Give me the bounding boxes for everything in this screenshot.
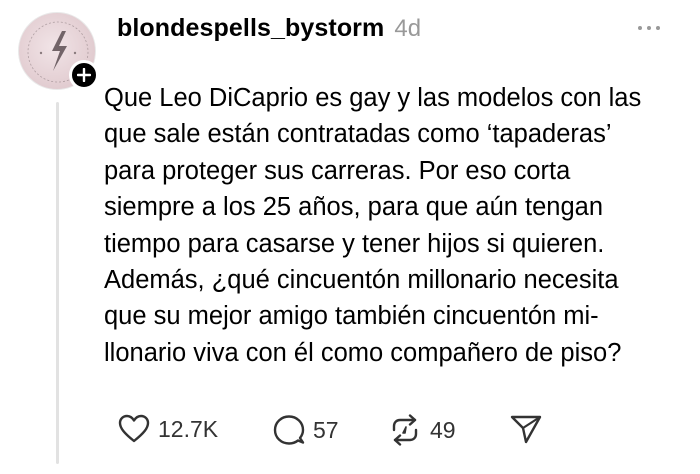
reply-count: 57 xyxy=(313,416,339,443)
heart-icon xyxy=(118,414,150,443)
timestamp: 4d xyxy=(394,15,422,42)
post-line: que su mejor amigo también cincuentón mi… xyxy=(104,302,599,331)
send-icon xyxy=(510,415,542,444)
follow-button[interactable] xyxy=(69,60,99,90)
post-line: Además, ¿qué cincuentón millonario neces… xyxy=(104,266,619,295)
post-line: tiempo para casarse y tener hijos si qui… xyxy=(104,229,605,258)
more-horizontal-icon xyxy=(638,26,642,30)
more-options-button[interactable] xyxy=(638,26,660,30)
more-horizontal-icon xyxy=(656,26,660,30)
post-line: llonario viva con él como compañero de p… xyxy=(104,338,622,367)
repost-button[interactable]: 49 xyxy=(388,414,456,446)
thread-line xyxy=(56,102,59,464)
more-horizontal-icon xyxy=(647,26,651,30)
reply-button[interactable]: 57 xyxy=(273,414,339,446)
post-body: Que Leo DiCaprio es gay y las modelos co… xyxy=(104,80,694,371)
repost-icon xyxy=(392,414,418,446)
like-count: 12.7K xyxy=(158,415,219,442)
username[interactable]: blondespells_bystorm xyxy=(117,14,384,43)
share-button[interactable] xyxy=(510,414,542,444)
post-line: siempre a los 25 años, para que aún teng… xyxy=(104,193,604,222)
repost-count: 49 xyxy=(430,416,456,443)
post-line: que sale están contratadas como ‘tapader… xyxy=(104,120,612,149)
post-line: Que Leo DiCaprio es gay y las modelos co… xyxy=(104,84,642,112)
post-line: para proteger sus carreras. Por eso cort… xyxy=(104,156,571,185)
comment-bubble-icon xyxy=(273,415,305,445)
post-header: blondespells_bystorm 4d xyxy=(117,14,421,43)
like-button[interactable]: 12.7K xyxy=(118,414,218,444)
plus-icon xyxy=(77,68,91,82)
